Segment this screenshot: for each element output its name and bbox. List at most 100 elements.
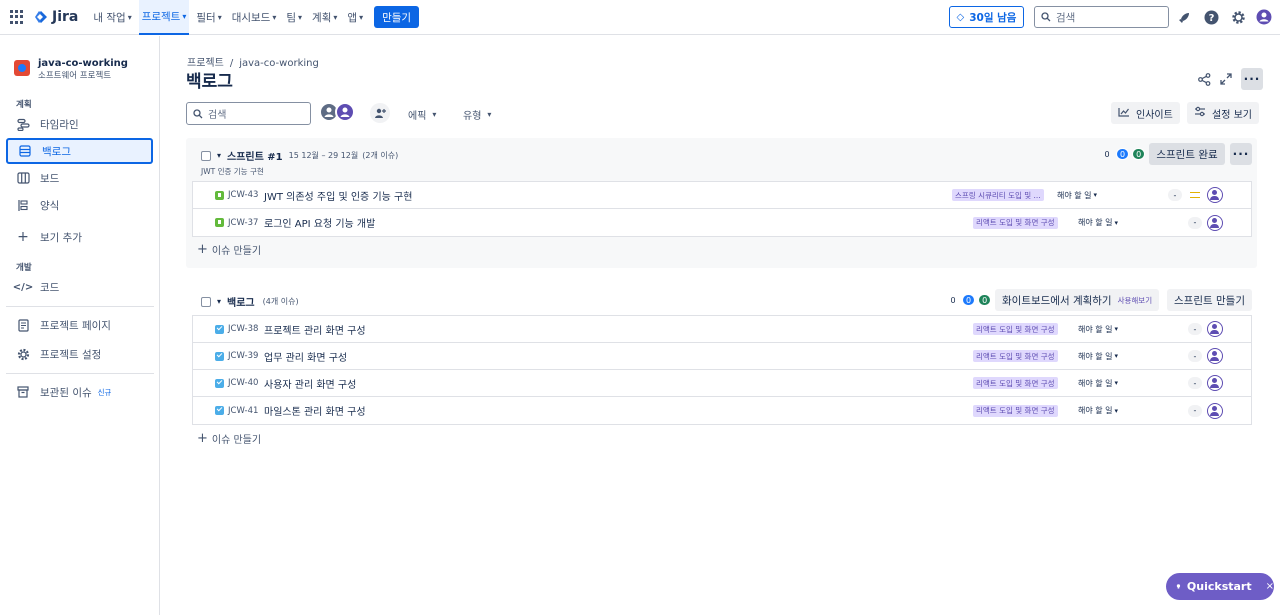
issue-summary[interactable]: 업무 관리 화면 구성	[264, 349, 347, 364]
sidebar-item-forms[interactable]: 양식	[6, 192, 153, 218]
settings-gear-icon[interactable]	[1230, 9, 1246, 25]
estimate-badge[interactable]: -	[1168, 189, 1182, 201]
done-count-badge: 0	[978, 294, 992, 306]
create-issue-button[interactable]: + 이슈 만들기	[197, 242, 261, 257]
sidebar-item-backlog[interactable]: 백로그	[6, 138, 153, 164]
issue-summary[interactable]: 프로젝트 관리 화면 구성	[264, 322, 366, 337]
sprint-header[interactable]: ▾ 스프린트 #1 15 12월 – 29 12월 (2개 이슈)	[201, 148, 398, 163]
table-row[interactable]: JCW-37 로그인 API 요청 기능 개발 리액트 도입 및 화면 구성 해…	[193, 209, 1251, 236]
backlog-header[interactable]: ▾ 백로그 (4개 이슈)	[201, 294, 299, 309]
sidebar-item-archived-issues[interactable]: 보관된 이슈 신규	[6, 379, 153, 405]
profile-avatar[interactable]	[1256, 9, 1272, 25]
trial-button[interactable]: ◇ 30일 남음	[949, 6, 1024, 28]
table-row[interactable]: JCW-41 마일스톤 관리 화면 구성 리액트 도입 및 화면 구성 해야 할…	[193, 397, 1251, 424]
app-switcher-icon[interactable]	[10, 10, 24, 24]
status-dropdown[interactable]: 해야 할 일 ▾	[1078, 217, 1118, 228]
assignee-avatar[interactable]	[1207, 321, 1223, 337]
plan-on-whiteboard-button[interactable]: 화이트보드에서 계획하기 사용해보기	[995, 289, 1160, 311]
status-dropdown[interactable]: 해야 할 일 ▾	[1078, 351, 1118, 362]
issue-summary[interactable]: JWT 의존성 주입 및 인증 기능 구현	[264, 188, 412, 203]
add-people-icon[interactable]	[370, 103, 390, 123]
sprint-more-actions-button[interactable]: ···	[1230, 143, 1252, 165]
estimate-badge[interactable]: -	[1188, 216, 1202, 229]
jira-logo[interactable]: Jira	[34, 9, 78, 25]
table-row[interactable]: JCW-43 JWT 의존성 주입 및 인증 기능 구현 스프링 시큐리티 도입…	[193, 182, 1251, 209]
nav-plans[interactable]: 계획 ▾	[309, 6, 340, 28]
nav-apps[interactable]: 앱 ▾	[344, 6, 366, 28]
estimate-badge[interactable]: -	[1188, 377, 1202, 389]
status-dropdown[interactable]: 해야 할 일 ▾	[1078, 324, 1118, 335]
status-dropdown[interactable]: 해야 할 일 ▾	[1057, 190, 1097, 201]
table-row[interactable]: JCW-39 업무 관리 화면 구성 리액트 도입 및 화면 구성 해야 할 일…	[193, 343, 1251, 370]
assignee-avatar[interactable]	[1207, 214, 1223, 231]
nav-my-work[interactable]: 내 작업 ▾	[90, 6, 134, 28]
quickstart-label: Quickstart	[1186, 580, 1252, 593]
complete-sprint-button[interactable]: 스프린트 완료	[1149, 143, 1225, 165]
view-settings-button[interactable]: 설정 보기	[1187, 102, 1259, 124]
epic-badge[interactable]: 리액트 도입 및 화면 구성	[973, 323, 1058, 335]
fullscreen-icon[interactable]	[1218, 71, 1234, 87]
sidebar-item-project-pages[interactable]: 프로젝트 페이지	[6, 312, 153, 338]
estimate-badge[interactable]: -	[1188, 323, 1202, 335]
issue-key[interactable]: JCW-41	[228, 406, 258, 416]
sidebar-item-project-settings[interactable]: 프로젝트 설정	[6, 341, 153, 367]
issue-key[interactable]: JCW-43	[228, 190, 258, 200]
create-issue-button[interactable]: + 이슈 만들기	[197, 431, 261, 446]
avatar[interactable]	[335, 102, 355, 122]
nav-teams[interactable]: 팀 ▾	[283, 6, 305, 28]
nav-dashboards[interactable]: 대시보드 ▾	[229, 6, 280, 28]
quickstart-button[interactable]: Quickstart ×	[1166, 573, 1274, 600]
share-icon[interactable]	[1196, 71, 1212, 87]
assignee-avatar[interactable]	[1207, 348, 1223, 364]
sprint-checkbox[interactable]	[201, 150, 211, 161]
issue-key[interactable]: JCW-40	[228, 378, 258, 388]
epic-badge[interactable]: 리액트 도입 및 화면 구성	[973, 377, 1058, 389]
epic-filter-dropdown[interactable]: 에픽 ▾	[408, 107, 436, 122]
chevron-down-icon: ▾	[1093, 191, 1098, 199]
estimate-badge[interactable]: -	[1188, 350, 1202, 362]
project-header[interactable]: java-co-working 소프트웨어 프로젝트	[14, 58, 128, 81]
close-icon[interactable]: ×	[1266, 581, 1274, 592]
status-label: 해야 할 일	[1078, 324, 1113, 334]
create-button[interactable]: 만들기	[374, 6, 420, 28]
backlog-search-input[interactable]: 검색	[186, 102, 311, 125]
table-row[interactable]: JCW-38 프로젝트 관리 화면 구성 리액트 도입 및 화면 구성 해야 할…	[193, 316, 1251, 343]
rocket-icon[interactable]	[1176, 9, 1192, 25]
issue-key[interactable]: JCW-39	[228, 351, 258, 361]
sidebar-item-code[interactable]: </> 코드	[6, 274, 153, 300]
issue-summary[interactable]: 사용자 관리 화면 구성	[264, 376, 356, 391]
table-row[interactable]: JCW-40 사용자 관리 화면 구성 리액트 도입 및 화면 구성 해야 할 …	[193, 370, 1251, 397]
assignee-avatar[interactable]	[1207, 375, 1223, 391]
status-dropdown[interactable]: 해야 할 일 ▾	[1078, 405, 1118, 416]
chevron-down-icon[interactable]: ▾	[217, 151, 221, 160]
epic-badge[interactable]: 스프링 시큐리티 도입 및 ...	[952, 189, 1044, 201]
type-filter-dropdown[interactable]: 유형 ▾	[463, 107, 491, 122]
nav-filters[interactable]: 필터 ▾	[193, 6, 224, 28]
sidebar-item-add-view[interactable]: + 보기 추가	[6, 224, 153, 250]
global-search-input[interactable]: 검색	[1034, 6, 1169, 28]
insights-button[interactable]: 인사이트	[1111, 102, 1180, 124]
page-more-actions-button[interactable]: ···	[1241, 68, 1263, 90]
diamond-icon: ◇	[956, 11, 965, 23]
assignee-avatar[interactable]	[1207, 187, 1223, 203]
issue-key[interactable]: JCW-38	[228, 324, 258, 334]
epic-badge[interactable]: 리액트 도입 및 화면 구성	[973, 350, 1058, 362]
chevron-down-icon[interactable]: ▾	[217, 297, 221, 306]
assignee-avatar[interactable]	[1207, 402, 1223, 419]
chevron-down-icon: ▾	[272, 12, 277, 22]
status-dropdown[interactable]: 해야 할 일 ▾	[1078, 378, 1118, 389]
issue-summary[interactable]: 로그인 API 요청 기능 개발	[264, 215, 375, 230]
create-sprint-button[interactable]: 스프린트 만들기	[1167, 289, 1252, 311]
sidebar-item-timeline[interactable]: 타임라인	[6, 111, 153, 137]
estimate-badge[interactable]: -	[1188, 404, 1202, 417]
nav-label: 대시보드	[231, 11, 271, 24]
issue-key[interactable]: JCW-37	[228, 218, 258, 228]
sidebar-item-board[interactable]: 보드	[6, 165, 153, 191]
breadcrumb-project[interactable]: java-co-working	[239, 58, 319, 69]
nav-projects[interactable]: 프로젝트 ▾	[138, 0, 190, 35]
backlog-checkbox[interactable]	[201, 296, 211, 307]
epic-badge[interactable]: 리액트 도입 및 화면 구성	[973, 216, 1058, 229]
help-icon[interactable]: ?	[1203, 9, 1219, 25]
epic-badge[interactable]: 리액트 도입 및 화면 구성	[973, 404, 1058, 417]
issue-summary[interactable]: 마일스톤 관리 화면 구성	[264, 403, 366, 418]
